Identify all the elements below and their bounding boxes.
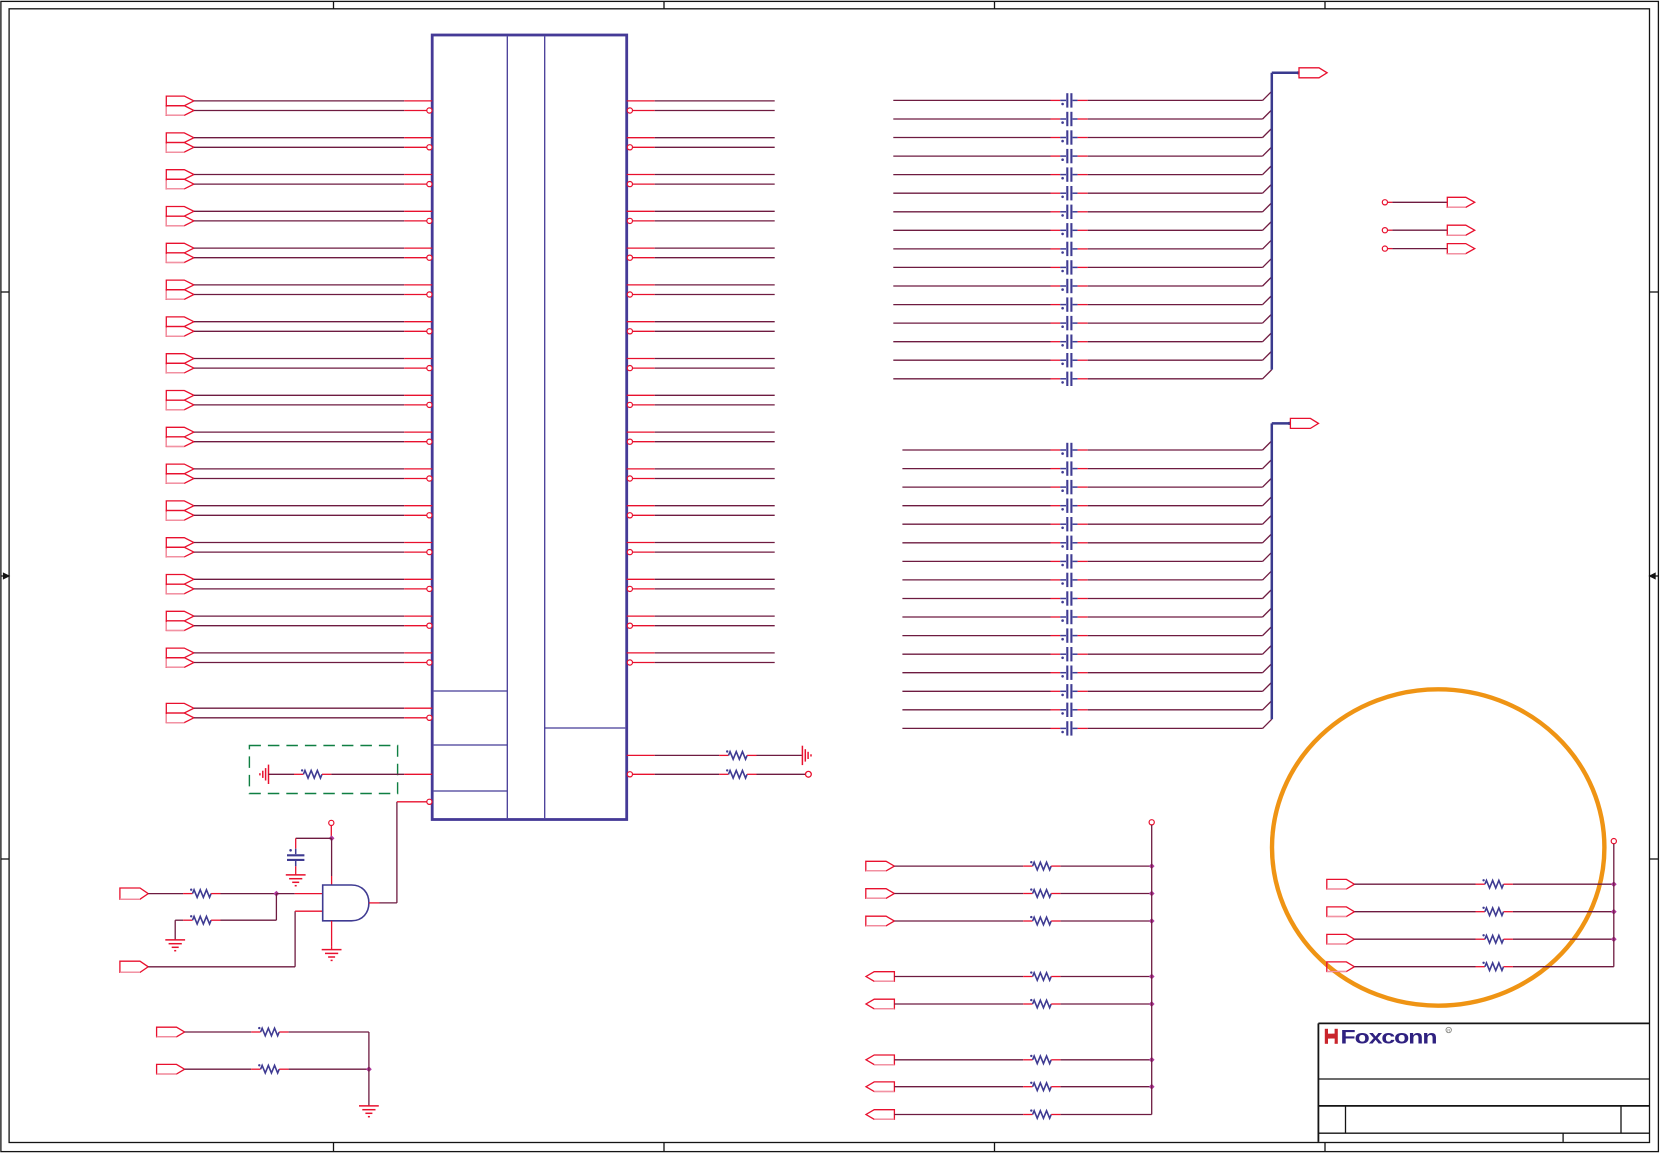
svg-text:Foxconn: Foxconn bbox=[1341, 1026, 1437, 1048]
svg-text:R: R bbox=[1447, 1028, 1450, 1033]
